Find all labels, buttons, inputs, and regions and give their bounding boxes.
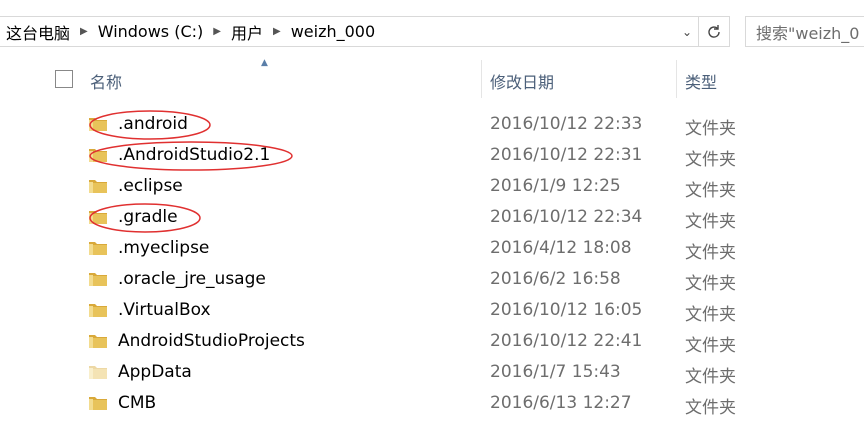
- file-date-modified: 2016/10/12 22:33: [490, 114, 643, 134]
- chevron-right-icon[interactable]: ▶: [209, 26, 225, 37]
- folder-icon: [88, 302, 108, 318]
- list-item[interactable]: AndroidStudioProjects 2016/10/12 22:41 文件夹: [0, 326, 864, 357]
- file-name: .eclipse: [118, 176, 183, 196]
- list-item[interactable]: AppData 2016/1/7 15:43 文件夹: [0, 357, 864, 388]
- column-header: ▲ 名称 修改日期 类型: [0, 58, 864, 98]
- list-item[interactable]: .VirtualBox 2016/10/12 16:05 文件夹: [0, 295, 864, 326]
- column-date-modified[interactable]: 修改日期: [490, 69, 554, 93]
- sort-up-icon: ▲: [261, 58, 268, 68]
- column-divider[interactable]: [481, 60, 482, 98]
- file-date-modified: 2016/6/2 16:58: [490, 269, 621, 289]
- file-type: 文件夹: [685, 305, 736, 325]
- breadcrumb-drive[interactable]: Windows (C:): [92, 22, 210, 41]
- file-type: 文件夹: [685, 243, 736, 263]
- list-item[interactable]: .gradle 2016/10/12 22:34 文件夹: [0, 202, 864, 233]
- file-date-modified: 2016/1/9 12:25: [490, 176, 621, 196]
- chevron-right-icon[interactable]: ▶: [269, 26, 285, 37]
- folder-icon: [88, 116, 108, 132]
- file-type: 文件夹: [685, 367, 736, 387]
- select-all-checkbox[interactable]: [55, 70, 73, 88]
- file-date-modified: 2016/10/12 16:05: [490, 300, 643, 320]
- file-name: .android: [118, 114, 188, 134]
- folder-icon: [88, 395, 108, 411]
- folder-icon: [88, 178, 108, 194]
- refresh-icon[interactable]: [698, 17, 729, 46]
- search-placeholder: 搜索"weizh_0: [756, 23, 860, 43]
- list-item[interactable]: .myeclipse 2016/4/12 18:08 文件夹: [0, 233, 864, 264]
- file-type: 文件夹: [685, 274, 736, 294]
- file-name: CMB: [118, 393, 157, 413]
- file-date-modified: 2016/10/12 22:34: [490, 207, 643, 227]
- file-name: .gradle: [118, 207, 178, 227]
- file-date-modified: 2016/10/12 22:31: [490, 145, 643, 165]
- list-item[interactable]: .eclipse 2016/1/9 12:25 文件夹: [0, 171, 864, 202]
- file-name: .AndroidStudio2.1: [118, 145, 271, 165]
- folder-icon: [88, 147, 108, 163]
- list-item[interactable]: .oracle_jre_usage 2016/6/2 16:58 文件夹: [0, 264, 864, 295]
- folder-icon: [88, 209, 108, 225]
- file-name: .oracle_jre_usage: [118, 269, 266, 289]
- file-name: .myeclipse: [118, 238, 210, 258]
- file-type: 文件夹: [685, 119, 736, 139]
- file-type: 文件夹: [685, 212, 736, 232]
- list-item[interactable]: .AndroidStudio2.1 2016/10/12 22:31 文件夹: [0, 140, 864, 171]
- chevron-down-icon[interactable]: ⌄: [677, 17, 697, 46]
- breadcrumb-this-pc[interactable]: 这台电脑: [0, 20, 76, 44]
- file-type: 文件夹: [685, 336, 736, 356]
- file-name: .VirtualBox: [118, 300, 211, 320]
- file-date-modified: 2016/4/12 18:08: [490, 238, 632, 258]
- file-date-modified: 2016/6/13 12:27: [490, 393, 632, 413]
- file-name: AndroidStudioProjects: [118, 331, 305, 351]
- file-date-modified: 2016/1/7 15:43: [490, 362, 621, 382]
- column-divider[interactable]: [676, 60, 677, 98]
- file-type: 文件夹: [685, 398, 736, 418]
- chevron-right-icon[interactable]: ▶: [76, 26, 92, 37]
- folder-icon: [88, 333, 108, 349]
- file-date-modified: 2016/10/12 22:41: [490, 331, 643, 351]
- breadcrumb-user-folder[interactable]: weizh_000: [285, 22, 381, 41]
- list-item[interactable]: CMB 2016/6/13 12:27 文件夹: [0, 388, 864, 419]
- hidden-folder-icon: [88, 364, 108, 380]
- column-name[interactable]: 名称: [90, 69, 122, 93]
- column-type[interactable]: 类型: [685, 69, 717, 93]
- address-bar[interactable]: 这台电脑 ▶ Windows (C:) ▶ 用户 ▶ weizh_000 ⌄: [0, 16, 730, 47]
- breadcrumb-users[interactable]: 用户: [225, 20, 269, 44]
- folder-icon: [88, 240, 108, 256]
- file-name: AppData: [118, 362, 192, 382]
- file-type: 文件夹: [685, 181, 736, 201]
- file-type: 文件夹: [685, 150, 736, 170]
- list-item[interactable]: .android 2016/10/12 22:33 文件夹: [0, 109, 864, 140]
- folder-icon: [88, 271, 108, 287]
- search-input[interactable]: 搜索"weizh_0: [745, 16, 864, 47]
